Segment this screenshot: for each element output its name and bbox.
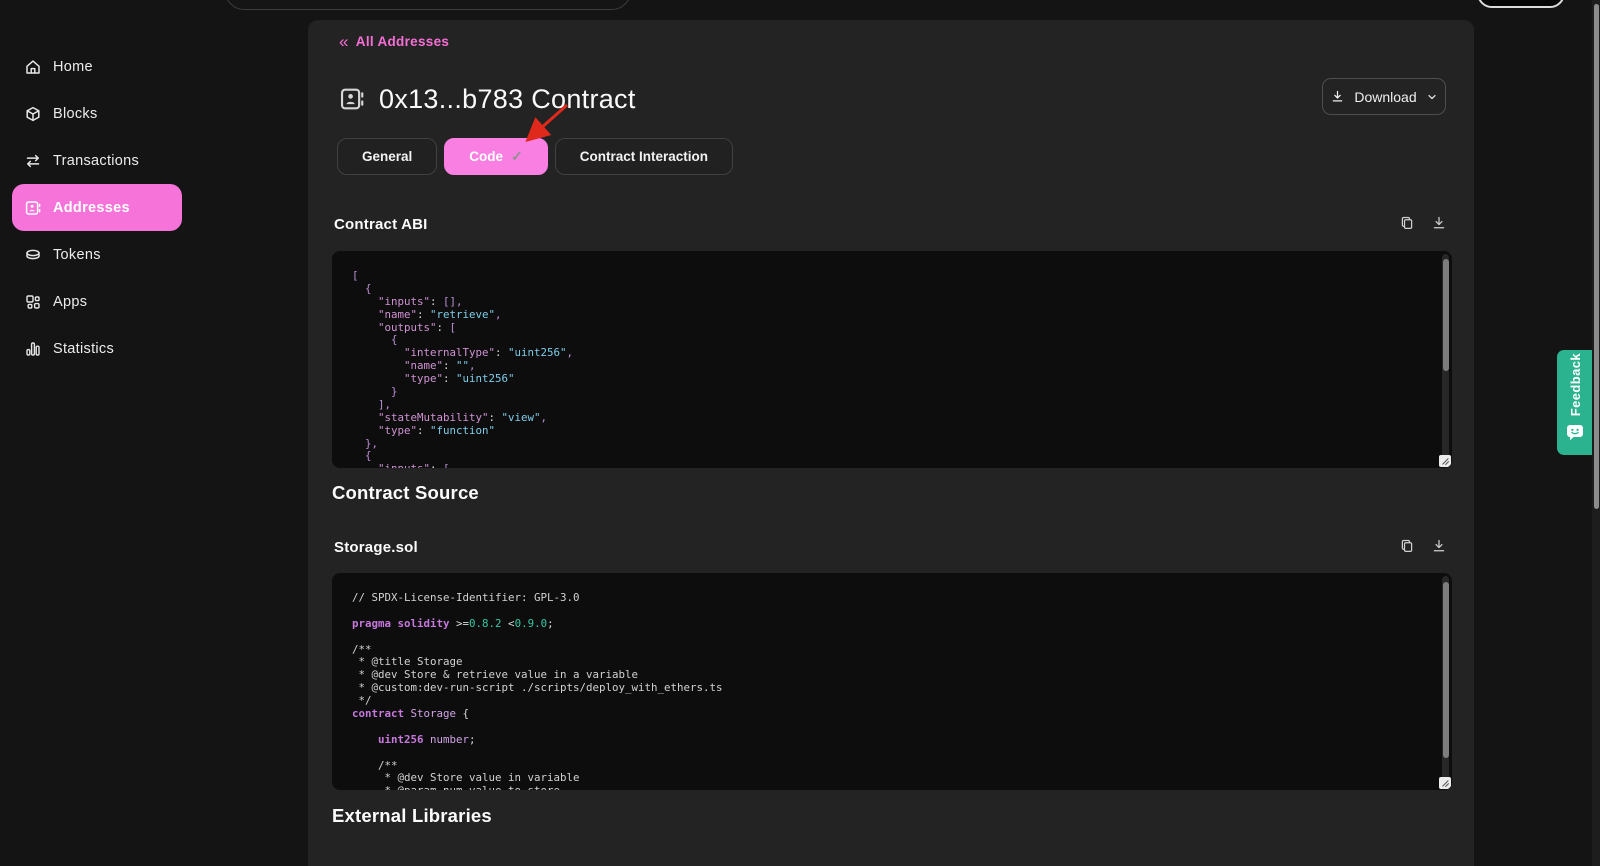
download-icon[interactable] — [1431, 538, 1447, 554]
title-row: 0x13...b783 Contract — [338, 78, 636, 120]
home-icon — [24, 58, 42, 76]
source-file-title: Storage.sol — [334, 539, 418, 556]
contact-card-icon — [24, 199, 42, 217]
page-scrollbar[interactable] — [1592, 0, 1600, 866]
sidebar-item-transactions[interactable]: Transactions — [0, 137, 308, 184]
sidebar-item-statistics[interactable]: Statistics — [0, 325, 308, 372]
sidebar-item-label: Home — [53, 59, 93, 75]
feedback-button[interactable]: Feedback — [1557, 350, 1593, 455]
sidebar-item-label: Transactions — [53, 153, 139, 169]
contract-abi-title: Contract ABI — [334, 216, 428, 233]
contract-abi-code: [ { "inputs": [], "name": "retrieve", "o… — [332, 251, 1452, 468]
smiley-chat-icon — [1566, 424, 1584, 446]
tab-label: General — [362, 149, 412, 164]
sidebar-item-home[interactable]: Home — [0, 43, 308, 90]
download-icon[interactable] — [1431, 215, 1447, 231]
resize-handle[interactable] — [1439, 455, 1451, 467]
main-panel: « All Addresses 0x13...b783 Contract Dow… — [308, 20, 1474, 866]
check-icon: ✓ — [511, 148, 523, 165]
scrollbar-thumb[interactable] — [1443, 259, 1449, 371]
copy-icon[interactable] — [1399, 538, 1415, 554]
feedback-label: Feedback — [1568, 353, 1583, 416]
contract-abi-code-block[interactable]: [ { "inputs": [], "name": "retrieve", "o… — [332, 251, 1452, 468]
double-chevron-left-icon: « — [339, 35, 349, 48]
download-icon — [1330, 89, 1345, 104]
cube-icon — [24, 105, 42, 123]
tab-label: Code — [469, 149, 503, 164]
tab-contract-interaction[interactable]: Contract Interaction — [555, 138, 733, 175]
sidebar-item-label: Tokens — [53, 247, 101, 263]
download-button[interactable]: Download — [1322, 78, 1446, 115]
bar-chart-icon — [24, 340, 42, 358]
sidebar-item-tokens[interactable]: Tokens — [0, 231, 308, 278]
coin-icon — [24, 246, 42, 264]
sidebar-item-apps[interactable]: Apps — [0, 278, 308, 325]
tab-general[interactable]: General — [337, 138, 437, 175]
source-code: // SPDX-License-Identifier: GPL-3.0 prag… — [332, 573, 1452, 790]
download-button-label: Download — [1354, 89, 1416, 105]
page: Home Blocks Transactions Addresses Token… — [0, 0, 1600, 866]
sidebar-item-addresses[interactable]: Addresses — [12, 184, 182, 231]
sidebar-item-label: Statistics — [53, 341, 114, 357]
contact-card-icon — [338, 85, 366, 113]
page-title: 0x13...b783 Contract — [379, 84, 636, 115]
external-libraries-heading: External Libraries — [332, 805, 492, 827]
sidebar-item-blocks[interactable]: Blocks — [0, 90, 308, 137]
source-code-block[interactable]: // SPDX-License-Identifier: GPL-3.0 prag… — [332, 573, 1452, 790]
search-input[interactable] — [225, 0, 631, 10]
swap-arrows-icon — [24, 152, 42, 170]
chevron-down-icon — [1426, 91, 1438, 103]
code-scrollbar[interactable] — [1442, 254, 1449, 465]
squares-grid-icon — [24, 293, 42, 311]
back-link-label: All Addresses — [356, 34, 449, 49]
sidebar-item-label: Apps — [53, 294, 87, 310]
scrollbar-thumb[interactable] — [1443, 582, 1449, 758]
all-addresses-back-link[interactable]: « All Addresses — [339, 34, 449, 49]
tabs: General Code ✓ Contract Interaction — [337, 138, 733, 175]
page-scrollbar-thumb[interactable] — [1594, 4, 1599, 509]
tab-code[interactable]: Code ✓ — [444, 138, 547, 175]
sidebar: Home Blocks Transactions Addresses Token… — [0, 43, 308, 372]
top-right-button[interactable] — [1477, 0, 1565, 8]
code-scrollbar[interactable] — [1442, 576, 1449, 787]
sidebar-item-label: Addresses — [53, 200, 130, 216]
contract-source-heading: Contract Source — [332, 482, 479, 504]
resize-handle[interactable] — [1439, 777, 1451, 789]
tab-label: Contract Interaction — [580, 149, 708, 164]
sidebar-item-label: Blocks — [53, 106, 98, 122]
copy-icon[interactable] — [1399, 215, 1415, 231]
